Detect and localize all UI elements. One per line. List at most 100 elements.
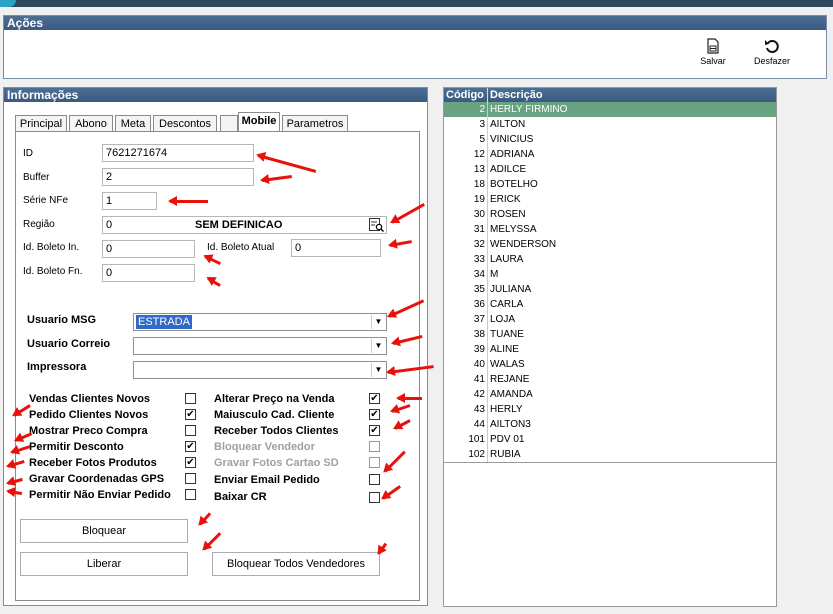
- checkbox-gravar-coordenadas-gps[interactable]: [185, 473, 196, 484]
- header-codigo[interactable]: Código: [444, 88, 488, 102]
- boleto-fn-field[interactable]: 0: [102, 264, 195, 282]
- cell-codigo: 41: [444, 372, 488, 387]
- check-label-vendas-clientes-novos: Vendas Clientes Novos: [29, 393, 151, 405]
- cell-descricao: WENDERSON: [490, 239, 557, 250]
- cell-codigo: 12: [444, 147, 488, 162]
- header-descricao[interactable]: Descrição: [488, 88, 543, 102]
- cell-codigo: 43: [444, 402, 488, 417]
- table-row[interactable]: 33 LAURA: [444, 252, 776, 267]
- bloquear-button[interactable]: Bloquear: [20, 519, 188, 543]
- table-row[interactable]: 43 HERLY: [444, 402, 776, 417]
- table-row[interactable]: 18 BOTELHO: [444, 177, 776, 192]
- chevron-down-icon[interactable]: ▼: [371, 315, 385, 329]
- cell-descricao: ERICK: [490, 194, 521, 205]
- check-label-alterar-preco-venda: Alterar Preço na Venda: [214, 393, 335, 405]
- table-row[interactable]: 42 AMANDA: [444, 387, 776, 402]
- buffer-field[interactable]: 2: [102, 168, 254, 186]
- tab-meta[interactable]: Meta: [115, 115, 151, 132]
- table-row[interactable]: 41 REJANE: [444, 372, 776, 387]
- check-label-gravar-fotos-cartao-sd: Gravar Fotos Cartao SD: [214, 457, 339, 469]
- table-row[interactable]: 30 ROSEN: [444, 207, 776, 222]
- checkbox-gravar-fotos-cartao-sd[interactable]: [369, 457, 380, 468]
- table-row[interactable]: 44 AILTON3: [444, 417, 776, 432]
- checkbox-maiusculo-cad-cliente[interactable]: ✔: [369, 409, 380, 420]
- undo-icon: [763, 38, 781, 54]
- salvar-button[interactable]: Salvar: [691, 38, 735, 66]
- cell-descricao: ADRIANA: [490, 149, 535, 160]
- checkbox-alterar-preco-venda[interactable]: ✔: [369, 393, 380, 404]
- save-file-icon: [704, 38, 722, 54]
- tab-principal[interactable]: Principal: [15, 115, 67, 132]
- usuario-correio-select[interactable]: ▼: [133, 337, 387, 355]
- boleto-in-field[interactable]: 0: [102, 240, 195, 258]
- cell-descricao: HERLY: [490, 404, 523, 415]
- table-row[interactable]: 13 ADILCE: [444, 162, 776, 177]
- tab-descontos[interactable]: Descontos: [153, 115, 217, 132]
- regiao-code: 0: [106, 219, 113, 231]
- cell-descricao: LOJA: [490, 314, 516, 325]
- checkbox-receber-fotos-produtos[interactable]: ✔: [185, 457, 196, 468]
- cell-descricao: ALINE: [490, 344, 519, 355]
- table-row[interactable]: 35 JULIANA: [444, 282, 776, 297]
- table-row[interactable]: 32 WENDERSON: [444, 237, 776, 252]
- cell-codigo: 39: [444, 342, 488, 357]
- table-row[interactable]: 34 M: [444, 267, 776, 282]
- table-row[interactable]: 38 TUANE: [444, 327, 776, 342]
- checkbox-enviar-email-pedido[interactable]: [369, 474, 380, 485]
- table-row[interactable]: 19 ERICK: [444, 192, 776, 207]
- table-row[interactable]: 40 WALAS: [444, 357, 776, 372]
- vendedores-grid: Código Descrição 2 HERLY FIRMINO 3 AILTON 5 V…: [443, 87, 777, 607]
- table-row[interactable]: 12 ADRIANA: [444, 147, 776, 162]
- table-row[interactable]: 3 AILTON: [444, 117, 776, 132]
- check-label-gravar-coordenadas-gps: Gravar Coordenadas GPS: [29, 473, 165, 485]
- table-row[interactable]: 2 HERLY FIRMINO: [444, 102, 776, 117]
- checkbox-bloquear-vendedor[interactable]: [369, 441, 380, 452]
- table-row[interactable]: 102 RUBIA: [444, 447, 776, 462]
- tab-abono[interactable]: Abono: [69, 115, 113, 132]
- regiao-field[interactable]: 0 SEM DEFINICAO: [102, 216, 387, 234]
- check-label-maiusculo-cad-cliente: Maiusculo Cad. Cliente: [214, 409, 335, 421]
- checkbox-vendas-clientes-novos[interactable]: [185, 393, 196, 404]
- cell-codigo: 30: [444, 207, 488, 222]
- cell-descricao: BOTELHO: [490, 179, 538, 190]
- checkbox-mostrar-preco-compra[interactable]: [185, 425, 196, 436]
- checkbox-pedido-clientes-novos[interactable]: ✔: [185, 409, 196, 420]
- table-row[interactable]: 31 MELYSSA: [444, 222, 776, 237]
- usuario-msg-select[interactable]: ESTRADA ▼: [133, 313, 387, 331]
- chevron-down-icon[interactable]: ▼: [371, 339, 385, 353]
- liberar-button[interactable]: Liberar: [20, 552, 188, 576]
- checkbox-permitir-nao-enviar-pedido[interactable]: [185, 489, 196, 500]
- bloquear-todos-button[interactable]: Bloquear Todos Vendedores: [212, 552, 380, 576]
- tab-hidden[interactable]: [220, 115, 238, 132]
- table-row[interactable]: 5 VINICIUS: [444, 132, 776, 147]
- impressora-select[interactable]: ▼: [133, 361, 387, 379]
- desfazer-button[interactable]: Desfazer: [750, 38, 794, 66]
- cell-descricao: ADILCE: [490, 164, 527, 175]
- cell-codigo: 40: [444, 357, 488, 372]
- grid-header: Código Descrição: [444, 88, 776, 102]
- search-list-icon[interactable]: [369, 218, 385, 237]
- tab-parametros[interactable]: Parametros: [282, 115, 348, 132]
- cell-codigo: 34: [444, 267, 488, 282]
- boleto-atual-field[interactable]: 0: [291, 239, 381, 257]
- checkbox-receber-todos-clientes[interactable]: ✔: [369, 425, 380, 436]
- acoes-title: Ações: [4, 16, 826, 30]
- table-row[interactable]: 37 LOJA: [444, 312, 776, 327]
- cell-descricao: REJANE: [490, 374, 530, 385]
- table-row[interactable]: 39 ALINE: [444, 342, 776, 357]
- tab-mobile[interactable]: Mobile: [238, 112, 280, 132]
- cell-descricao: M: [490, 269, 499, 280]
- id-field[interactable]: 7621271674: [102, 144, 254, 162]
- table-row[interactable]: 101 PDV 01: [444, 432, 776, 447]
- serie-nfe-field[interactable]: 1: [102, 192, 157, 210]
- annotation-arrow: [396, 392, 422, 403]
- table-row[interactable]: 36 CARLA: [444, 297, 776, 312]
- chevron-down-icon[interactable]: ▼: [371, 363, 385, 377]
- cell-descricao: AMANDA: [490, 389, 533, 400]
- check-label-enviar-email-pedido: Enviar Email Pedido: [214, 474, 320, 486]
- checkbox-permitir-desconto[interactable]: ✔: [185, 441, 196, 452]
- cell-codigo: 35: [444, 282, 488, 297]
- boleto-atual-label: Id. Boleto Atual: [207, 242, 275, 253]
- cell-codigo: 31: [444, 222, 488, 237]
- boleto-in-label: Id. Boleto In.: [23, 242, 80, 253]
